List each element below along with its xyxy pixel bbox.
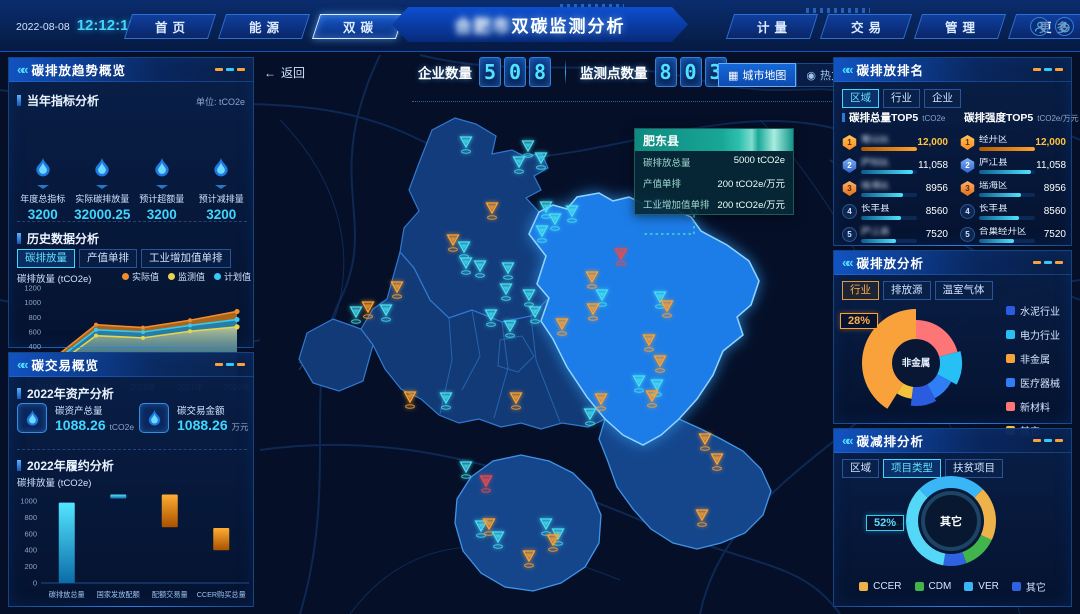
tooltip-header: 肥东县 — [635, 129, 793, 151]
map-marker-cyan[interactable] — [472, 259, 488, 284]
map-marker-cyan[interactable] — [582, 407, 598, 432]
map-marker-cyan[interactable] — [498, 282, 514, 307]
map-tooltip: 肥东县 碳排放总量5000 tCO2e产值单排200 tCO2e/万元工业增加值… — [634, 128, 794, 215]
map-marker-cyan[interactable] — [438, 391, 454, 416]
district-southeast — [599, 419, 771, 549]
map-marker-cyan[interactable] — [534, 224, 550, 249]
map-marker-orange[interactable] — [402, 390, 418, 415]
map-marker-red[interactable] — [478, 474, 494, 499]
map-marker-orange[interactable] — [709, 452, 725, 477]
map-marker-orange[interactable] — [389, 280, 405, 305]
map-marker-cyan[interactable] — [564, 204, 580, 229]
map-marker-cyan[interactable] — [483, 308, 499, 333]
map-marker-red[interactable] — [613, 247, 629, 272]
map-marker-orange[interactable] — [484, 201, 500, 226]
map-marker-cyan[interactable] — [533, 151, 549, 176]
tooltip-row: 工业增加值单排200 tCO2e/万元 — [635, 193, 793, 214]
map-marker-orange[interactable] — [521, 549, 537, 574]
map-marker-orange[interactable] — [554, 317, 570, 342]
map-marker-cyan[interactable] — [502, 319, 518, 344]
map-marker-orange[interactable] — [545, 533, 561, 558]
map-marker-cyan[interactable] — [378, 303, 394, 328]
map-marker-cyan[interactable] — [511, 155, 527, 180]
reduction-callout: 52% — [866, 515, 904, 531]
map-marker-cyan[interactable] — [490, 530, 506, 555]
map-marker-orange[interactable] — [585, 302, 601, 327]
map-marker-orange[interactable] — [694, 508, 710, 533]
map-marker-orange[interactable] — [508, 391, 524, 416]
tooltip-row: 碳排放总量5000 tCO2e — [635, 151, 793, 172]
map-marker-cyan[interactable] — [458, 460, 474, 485]
tooltip-title: 肥东县 — [643, 132, 679, 149]
emission-callout: 28% — [840, 313, 878, 329]
map-marker-orange[interactable] — [644, 389, 660, 414]
tooltip-row: 产值单排200 tCO2e/万元 — [635, 172, 793, 193]
dashboard-root: 淮南 滁州 六安 肥东县 碳排放总量5000 tCO2e产值单 — [0, 0, 1080, 614]
map-marker-cyan[interactable] — [527, 305, 543, 330]
map-marker-cyan[interactable] — [348, 305, 364, 330]
map-marker-orange[interactable] — [659, 299, 675, 324]
map-marker-orange[interactable] — [652, 354, 668, 379]
map-marker-cyan[interactable] — [458, 135, 474, 160]
